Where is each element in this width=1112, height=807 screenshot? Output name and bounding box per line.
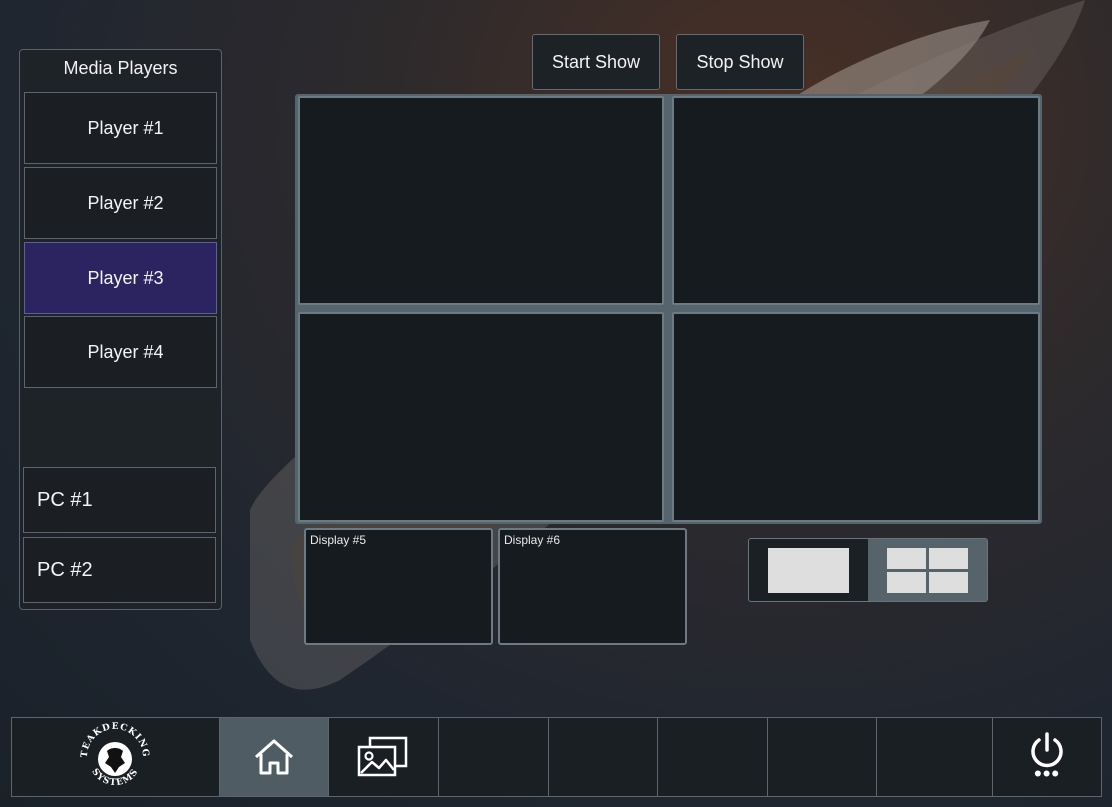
nav-empty-slot-1[interactable] (439, 718, 549, 796)
display-5[interactable]: Display #5 (304, 528, 493, 645)
display-5-label: Display #5 (310, 533, 367, 547)
wall-screen-bottom-left[interactable] (298, 312, 664, 522)
layout-toggle (748, 538, 988, 602)
company-logo: TEAKDECKING SYSTEMS (12, 718, 220, 796)
pc-2-label: PC #2 (37, 558, 93, 581)
wall-screen-bottom-right[interactable] (672, 312, 1040, 522)
bottom-navigation-bar: TEAKDECKING SYSTEMS ••• (11, 717, 1102, 797)
nav-empty-slot-3[interactable] (658, 718, 769, 796)
video-wall (295, 94, 1042, 524)
media-gallery-button[interactable] (329, 718, 439, 796)
player-2-label: Player #2 (87, 192, 164, 213)
nav-empty-slot-2[interactable] (549, 718, 659, 796)
player-4-label: Player #4 (87, 341, 164, 362)
single-layout-button[interactable] (749, 539, 868, 601)
home-button[interactable] (219, 718, 329, 796)
display-6[interactable]: Display #6 (498, 528, 687, 645)
nav-empty-slot-4[interactable] (768, 718, 878, 796)
pc-1-button[interactable]: PC #1 (23, 467, 216, 533)
player-3-label: Player #3 (87, 267, 164, 288)
start-show-button[interactable]: Start Show (532, 34, 660, 90)
player-2-button[interactable]: Player #2 (24, 167, 217, 239)
pc-1-label: PC #1 (37, 488, 93, 511)
power-button[interactable]: ••• (993, 718, 1101, 796)
display-6-label: Display #6 (504, 533, 561, 547)
home-icon (254, 739, 293, 775)
media-gallery-icon (357, 736, 408, 777)
power-dots: ••• (1034, 761, 1061, 786)
quad-layout-button[interactable] (868, 539, 987, 601)
player-3-button[interactable]: Player #3 (24, 242, 217, 314)
player-1-label: Player #1 (87, 117, 164, 138)
player-1-button[interactable]: Player #1 (24, 92, 217, 164)
player-4-button[interactable]: Player #4 (24, 316, 217, 388)
stop-show-button[interactable]: Stop Show (676, 34, 804, 90)
pc-2-button[interactable]: PC #2 (23, 537, 216, 603)
wall-screen-top-left[interactable] (298, 96, 664, 305)
media-players-panel: Media Players Player #1 Player #2 Player… (19, 49, 222, 610)
quad-layout-icon (887, 548, 968, 593)
single-layout-icon (768, 548, 849, 593)
nav-empty-slot-5[interactable] (877, 718, 994, 796)
teakdecking-logo-icon: TEAKDECKING SYSTEMS (80, 722, 149, 788)
wall-screen-top-right[interactable] (672, 96, 1040, 305)
media-players-title: Media Players (63, 58, 178, 78)
